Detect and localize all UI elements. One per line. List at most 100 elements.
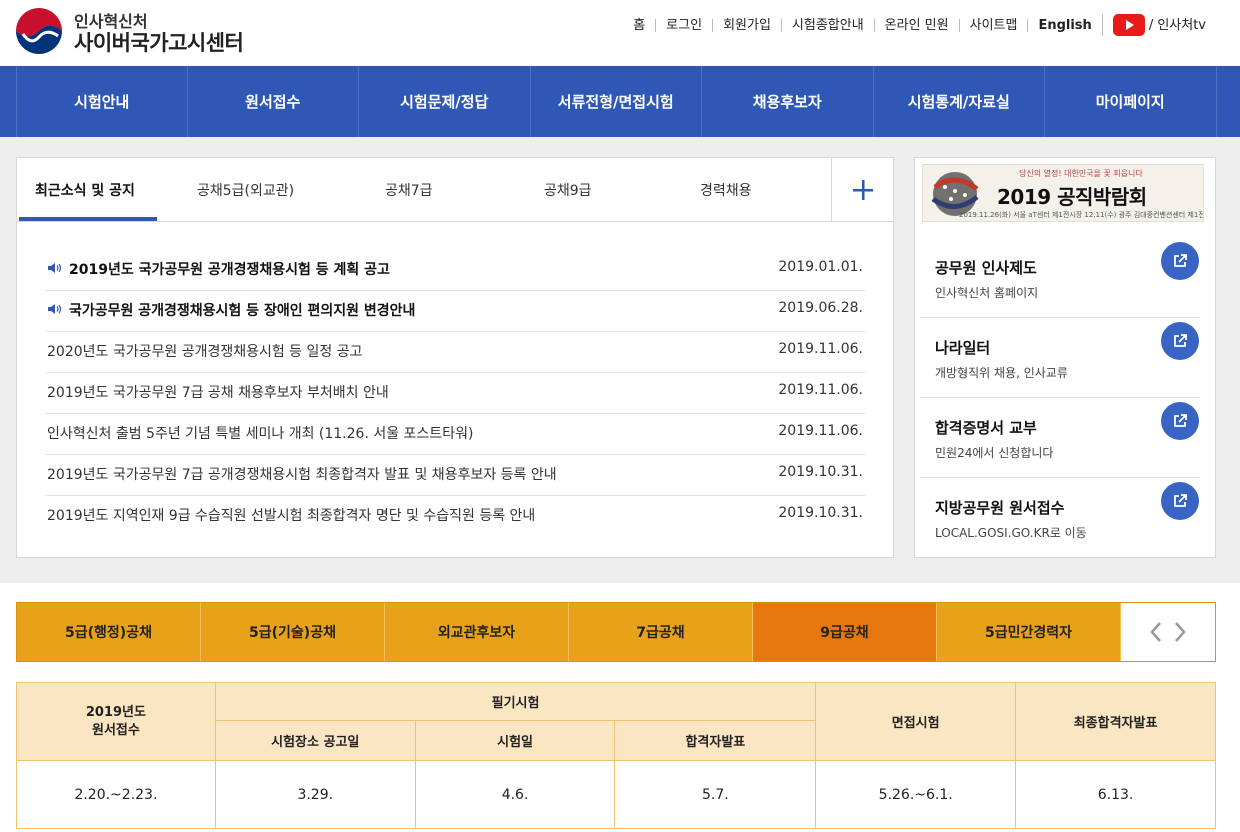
value-interview: 5.26.~6.1. [815, 760, 1017, 829]
active-tab-indicator [19, 217, 157, 221]
exam-tab-grade5-tech[interactable]: 5급(기술)공채 [201, 603, 385, 661]
quick-link-sub: LOCAL.GOSI.GO.KR로 이동 [935, 526, 1087, 540]
news-panel: 최근소식 및 공지 공채5급(외교관) 공채7급 공채9급 경력채용 2019년… [16, 157, 894, 558]
gnb-mypage[interactable]: 마이페이지 [1045, 66, 1217, 137]
tab-grade5-diplomat[interactable]: 공채5급(외교관) [197, 158, 294, 221]
header-exam-day: 시험일 [414, 720, 616, 761]
gnb-exam-info[interactable]: 시험안내 [16, 66, 188, 137]
quick-link-title: 합격증명서 교부 [935, 419, 1037, 437]
government-emblem-logo[interactable] [14, 6, 64, 56]
quick-link-sub: 민원24에서 신청합니다 [935, 446, 1054, 460]
quick-link-title: 나라일터 [935, 339, 991, 357]
news-item[interactable]: 2020년도 국가공무원 공개경쟁채용시험 등 일정 공고 2019.11.06… [45, 332, 865, 373]
external-link-button[interactable] [1161, 242, 1199, 280]
tab-career[interactable]: 경력채용 [700, 158, 752, 221]
external-link-icon [1174, 494, 1187, 507]
quick-link-local-gosi[interactable]: 지방공무원 원서접수 LOCAL.GOSI.GO.KR로 이동 [921, 478, 1199, 558]
news-title[interactable]: 2019년도 국가공무원 공개경쟁채용시험 등 계획 공고 [69, 259, 390, 279]
site-name[interactable]: 사이버국가고시센터 [74, 27, 244, 57]
news-title[interactable]: 2019년도 지역인재 9급 수습직원 선발시험 최종합격자 명단 및 수습직원… [47, 505, 535, 525]
value-pass-announcement: 5.7. [614, 760, 817, 829]
news-list: 2019년도 국가공무원 공개경쟁채용시험 등 계획 공고 2019.01.01… [45, 250, 865, 537]
value-final-result: 6.13. [1015, 760, 1216, 829]
value-venue-notice: 3.29. [214, 760, 416, 829]
exam-schedule-table: 2019년도 원서접수 필기시험 면접시험 최종합격자발표 시험장소 공고일 시… [16, 682, 1216, 829]
quick-link-certificate[interactable]: 합격증명서 교부 민원24에서 신청합니다 [921, 398, 1199, 478]
banner-title: 2019 공직박람회 [997, 185, 1147, 209]
news-item[interactable]: 인사혁신처 출범 5주년 기념 특별 세미나 개최 (11.26. 서울 포스트… [45, 414, 865, 455]
speaker-icon [48, 263, 62, 273]
tab-grade7[interactable]: 공채7급 [385, 158, 433, 221]
exam-tab-grade5-admin[interactable]: 5급(행정)공채 [17, 603, 201, 661]
chevron-right-icon[interactable] [1173, 621, 1187, 643]
util-link-exam-guide[interactable]: 시험종합안내 [780, 18, 874, 32]
quick-link-nara-iltur[interactable]: 나라일터 개방형직위 채용, 인사교류 [921, 318, 1199, 398]
quick-link-hr-system[interactable]: 공무원 인사제도 인사혁신처 홈페이지 [921, 238, 1199, 318]
news-date: 2019.11.06. [778, 341, 863, 357]
exam-tab-nav [1121, 603, 1215, 661]
speaker-icon [48, 304, 62, 314]
header: 인사혁신처 사이버국가고시센터 홈 로그인 회원가입 시험종합안내 온라인 민원… [0, 0, 1240, 66]
quick-link-title: 공무원 인사제도 [935, 259, 1037, 277]
gnb-application[interactable]: 원서접수 [188, 66, 359, 137]
youtube-icon [1112, 14, 1145, 36]
plus-icon [852, 179, 873, 200]
header-venue-notice: 시험장소 공고일 [214, 720, 416, 761]
gnb-statistics[interactable]: 시험통계/자료실 [874, 66, 1045, 137]
quick-links-panel: 당신의 열정! 대한민국을 꽃 피웁니다 2019 공직박람회 2019.11.… [914, 157, 1216, 558]
gnb-document-interview[interactable]: 서류전형/면접시험 [531, 66, 702, 137]
header-final-result: 최종합격자발표 [1015, 682, 1216, 761]
news-item[interactable]: 2019년도 국가공무원 7급 공개경쟁채용시험 최종합격자 발표 및 채용후보… [45, 455, 865, 496]
news-title[interactable]: 국가공무원 공개경쟁채용시험 등 장애인 편의지원 변경안내 [69, 300, 415, 320]
news-item[interactable]: 2019년도 국가공무원 공개경쟁채용시험 등 계획 공고 2019.01.01… [45, 250, 865, 291]
chevron-left-icon[interactable] [1149, 621, 1163, 643]
gnb-candidates[interactable]: 채용후보자 [702, 66, 874, 137]
exam-tab-grade7[interactable]: 7급공채 [569, 603, 753, 661]
news-item[interactable]: 2019년도 국가공무원 7급 공채 채용후보자 부처배치 안내 2019.11… [45, 373, 865, 414]
youtube-link[interactable]: / 인사처tv [1101, 14, 1206, 36]
news-date: 2019.11.06. [778, 423, 863, 439]
news-title[interactable]: 2020년도 국가공무원 공개경쟁채용시험 등 일정 공고 [47, 341, 362, 361]
util-link-online-petition[interactable]: 온라인 민원 [873, 18, 959, 32]
job-fair-banner[interactable]: 당신의 열정! 대한민국을 꽃 피웁니다 2019 공직박람회 2019.11.… [922, 164, 1204, 222]
tab-grade9[interactable]: 공채9급 [544, 158, 592, 221]
news-title[interactable]: 인사혁신처 출범 5주년 기념 특별 세미나 개최 (11.26. 서울 포스트… [47, 423, 473, 443]
news-title[interactable]: 2019년도 국가공무원 7급 공개경쟁채용시험 최종합격자 발표 및 채용후보… [47, 464, 557, 484]
news-date: 2019.11.06. [778, 382, 863, 398]
news-title[interactable]: 2019년도 국가공무원 7급 공채 채용후보자 부처배치 안내 [47, 382, 389, 402]
util-link-signup[interactable]: 회원가입 [712, 18, 781, 32]
external-link-button[interactable] [1161, 402, 1199, 440]
news-item[interactable]: 국가공무원 공개경쟁채용시험 등 장애인 편의지원 변경안내 2019.06.2… [45, 291, 865, 332]
util-link-english[interactable]: English [1027, 18, 1101, 32]
news-date: 2019.10.31. [778, 505, 863, 521]
youtube-label: / 인사처tv [1148, 17, 1206, 33]
more-button[interactable] [831, 158, 893, 221]
header-interview: 면접시험 [815, 682, 1017, 761]
value-application: 2.20.~2.23. [16, 760, 216, 829]
util-link-home[interactable]: 홈 [623, 19, 655, 32]
external-link-button[interactable] [1161, 482, 1199, 520]
util-link-sitemap[interactable]: 사이트맵 [958, 18, 1028, 32]
external-link-button[interactable] [1161, 322, 1199, 360]
main-navigation: 시험안내 원서접수 시험문제/정답 서류전형/면접시험 채용후보자 시험통계/자… [0, 66, 1240, 137]
gnb-exam-questions[interactable]: 시험문제/정답 [359, 66, 531, 137]
utility-nav: 홈 로그인 회원가입 시험종합안내 온라인 민원 사이트맵 English / … [623, 14, 1206, 36]
exam-tab-diplomat[interactable]: 외교관후보자 [385, 603, 569, 661]
news-tabs: 최근소식 및 공지 공채5급(외교관) 공채7급 공채9급 경력채용 [17, 158, 893, 222]
news-date: 2019.10.31. [778, 464, 863, 480]
external-link-icon [1174, 334, 1187, 347]
exam-type-tabs: 5급(행정)공채 5급(기술)공채 외교관후보자 7급공채 9급공채 5급민간경… [16, 602, 1216, 662]
banner-tagline: 당신의 열정! 대한민국을 꽃 피웁니다 [1019, 169, 1143, 178]
header-pass-announcement: 합격자발표 [614, 720, 817, 761]
exam-tab-grade5-career[interactable]: 5급민간경력자 [937, 603, 1121, 661]
quick-link-title: 지방공무원 원서접수 [935, 499, 1065, 517]
quick-link-sub: 개방형직위 채용, 인사교류 [935, 366, 1068, 380]
tab-recent-news[interactable]: 최근소식 및 공지 [35, 158, 135, 221]
news-date: 2019.01.01. [778, 259, 863, 275]
header-written-exam: 필기시험 [214, 682, 817, 721]
news-item[interactable]: 2019년도 지역인재 9급 수습직원 선발시험 최종합격자 명단 및 수습직원… [45, 496, 865, 537]
external-link-icon [1174, 414, 1187, 427]
util-link-login[interactable]: 로그인 [655, 18, 712, 32]
exam-tab-grade9[interactable]: 9급공채 [753, 603, 937, 661]
header-application: 2019년도 원서접수 [16, 682, 216, 761]
